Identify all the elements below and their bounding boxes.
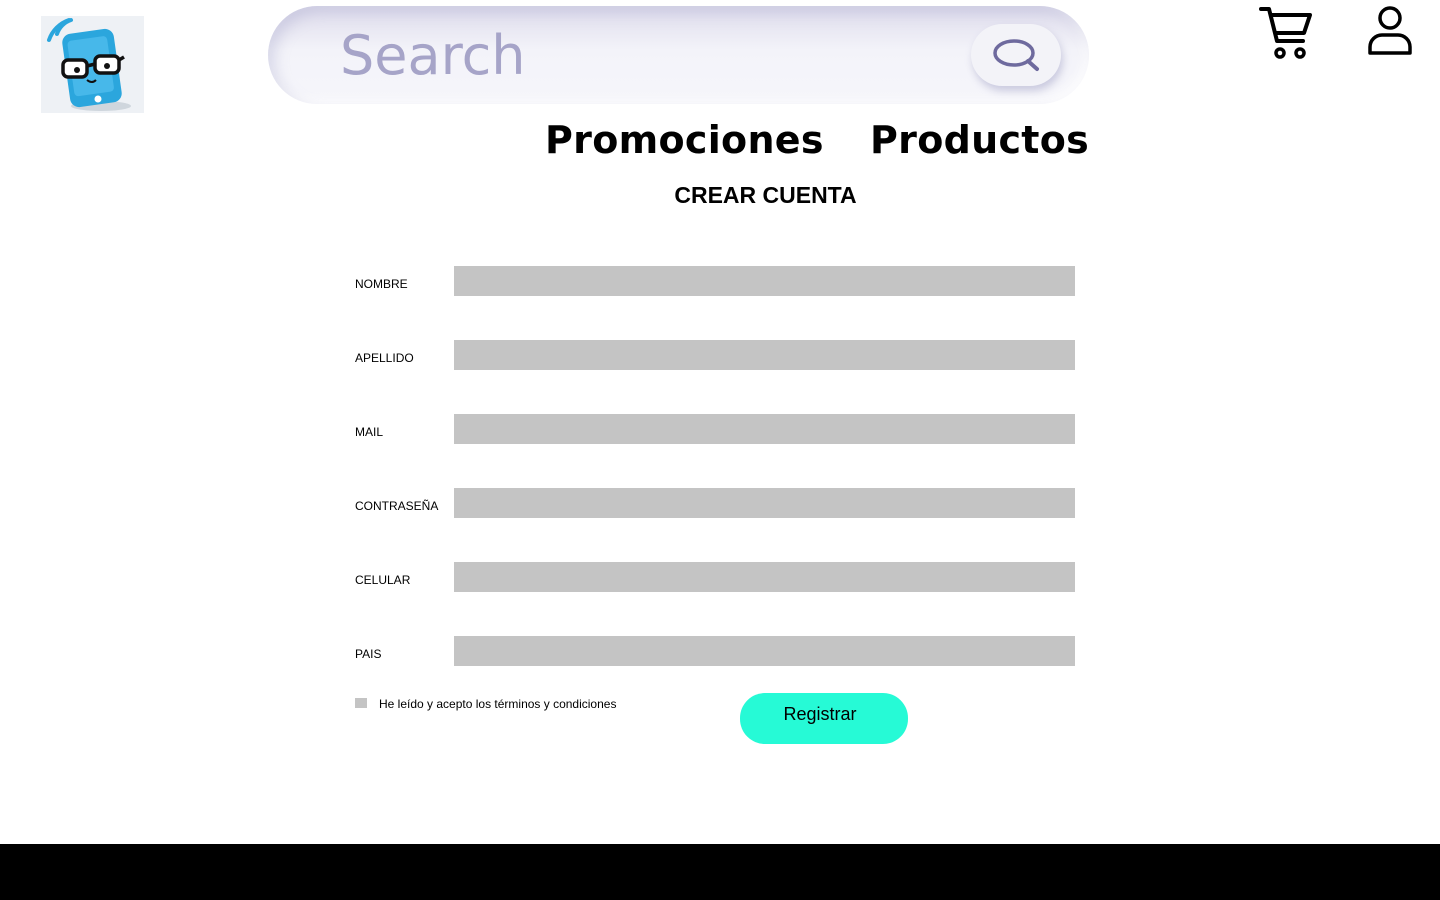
user-icon [1368,6,1412,55]
celular-input[interactable] [454,562,1075,592]
footer-bar [0,844,1440,900]
search-input[interactable] [340,20,960,90]
search-icon [993,39,1039,71]
site-logo[interactable] [41,16,144,113]
nombre-label: NOMBRE [355,277,408,291]
cart-icon [1259,7,1312,59]
nombre-input[interactable] [454,266,1075,296]
account-button[interactable] [1366,5,1414,62]
celular-label: CELULAR [355,573,411,587]
terms-label: He leído y acepto los términos y condici… [379,697,617,711]
apellido-input[interactable] [454,340,1075,370]
phone-nerd-logo-icon [47,18,131,111]
pais-input[interactable] [454,636,1075,666]
password-input[interactable] [454,488,1075,518]
terms-checkbox[interactable] [355,698,367,708]
pais-label: PAIS [355,647,382,661]
page-title: CREAR CUENTA [674,182,857,208]
apellido-label: APELLIDO [355,351,414,365]
cart-button[interactable] [1258,5,1314,66]
search-button[interactable] [971,24,1061,86]
nav-productos[interactable]: Productos [870,117,1089,163]
nav-promociones[interactable]: Promociones [545,117,824,163]
mail-input[interactable] [454,414,1075,444]
password-label: CONTRASEÑA [355,499,439,513]
register-button[interactable]: Registrar [740,693,908,744]
mail-label: MAIL [355,425,384,439]
search-bar [268,6,1089,104]
